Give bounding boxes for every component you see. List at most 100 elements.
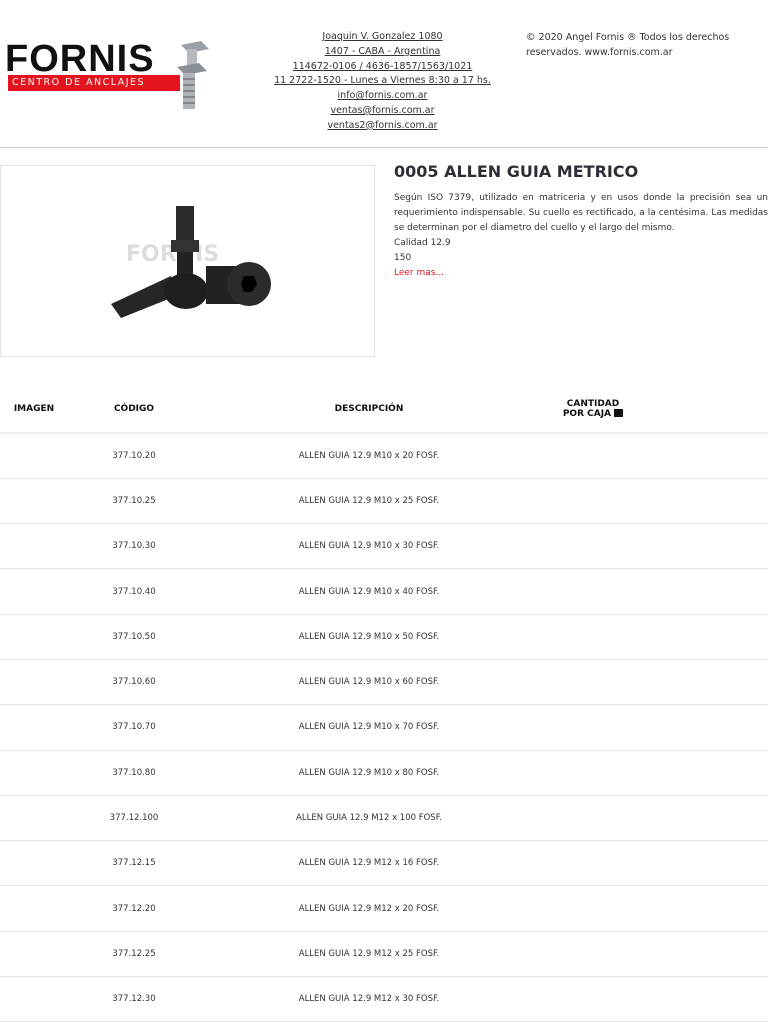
table-row: 377.10.40 ALLEN GUIA 12.9 M10 x 40 FOSF. [0,568,768,615]
row-extra [648,976,768,1023]
row-extra [648,478,768,525]
product-description: Según ISO 7379, utilizado en matriceria … [394,193,768,233]
row-image [0,478,68,525]
product-image: FORNIS [0,165,375,357]
table-row: 377.10.60 ALLEN GUIA 12.9 M10 x 60 FOSF. [0,659,768,706]
box-icon [614,408,624,417]
row-description: ALLEN GUIA 12.9 M10 x 20 FOSF. [200,433,538,479]
fornis-logo[interactable]: FORNIS CENTRO DE ANCLAJES [5,38,215,113]
row-image [0,931,68,978]
row-description: ALLEN GUIA 12.9 M10 x 80 FOSF. [200,750,538,796]
row-image [0,614,68,660]
table-row: 377.10.80 ALLEN GUIA 12.9 M10 x 80 FOSF. [0,750,768,796]
row-description: ALLEN GUIA 12.9 M10 x 70 FOSF. [200,704,538,751]
email-info-link[interactable]: info@fornis.com.ar [270,89,495,104]
row-description: ALLEN GUIA 12.9 M10 x 50 FOSF. [200,614,538,660]
row-image [0,976,68,1023]
row-extra [648,704,768,751]
row-quantity [538,433,648,479]
row-extra [648,750,768,796]
row-extra [648,931,768,978]
row-quantity [538,840,648,887]
row-extra [648,614,768,660]
header-imagen: IMAGEN [0,385,68,434]
row-description: ALLEN GUIA 12.9 M10 x 60 FOSF. [200,659,538,706]
row-image [0,568,68,615]
row-quantity [538,976,648,1023]
row-code: 377.10.30 [68,523,200,570]
product-info: 0005 ALLEN GUIA METRICO Según ISO 7379, … [394,162,768,280]
row-description: ALLEN GUIA 12.9 M12 x 25 FOSF. [200,931,538,978]
row-image [0,523,68,570]
row-quantity [538,931,648,978]
header-empty [648,385,768,434]
product-title: 0005 ALLEN GUIA METRICO [394,162,639,181]
table-row: 377.10.30 ALLEN GUIA 12.9 M10 x 30 FOSF. [0,523,768,570]
header-cantidad: CANTIDAD POR CAJA [538,385,648,434]
contact-info: Joaquin V. Gonzalez 1080 1407 - CABA - A… [270,30,495,134]
row-image [0,795,68,842]
table-row: 377.12.20 ALLEN GUIA 12.9 M12 x 20 FOSF. [0,885,768,932]
row-code: 377.10.25 [68,478,200,525]
table-row: 377.12.25 ALLEN GUIA 12.9 M12 x 25 FOSF. [0,931,768,978]
bolt-icon [177,41,209,109]
phone-link[interactable]: 114672-0106 / 4636-1857/1563/1021 [270,60,495,75]
table-row: 377.10.50 ALLEN GUIA 12.9 M10 x 50 FOSF. [0,614,768,660]
row-image [0,885,68,932]
header-codigo: CÓDIGO [68,385,200,434]
row-description: ALLEN GUIA 12.9 M12 x 100 FOSF. [200,795,538,842]
email-ventas2-link[interactable]: ventas2@fornis.com.ar [270,119,495,134]
row-code: 377.12.15 [68,840,200,887]
product-quality: Calidad 12.9 [394,238,451,248]
row-code: 377.12.25 [68,931,200,978]
row-code: 377.10.70 [68,704,200,751]
read-more-link[interactable]: Leer mas... [394,266,768,280]
table-row: 377.10.70 ALLEN GUIA 12.9 M10 x 70 FOSF. [0,704,768,751]
row-description: ALLEN GUIA 12.9 M12 x 20 FOSF. [200,885,538,932]
row-quantity [538,704,648,751]
row-extra [648,795,768,842]
row-quantity [538,659,648,706]
hours-link[interactable]: 11 2722-1520 - Lunes a Viernes 8:30 a 17… [270,74,495,89]
row-quantity [538,885,648,932]
row-extra [648,659,768,706]
header-cantidad-line1: CANTIDAD [566,398,620,409]
row-quantity [538,478,648,525]
table-header: IMAGEN CÓDIGO DESCRIPCIÓN CANTIDAD POR CA… [0,385,768,434]
row-code: 377.10.80 [68,750,200,796]
row-code: 377.12.20 [68,885,200,932]
row-image [0,840,68,887]
row-extra [648,885,768,932]
city-link[interactable]: 1407 - CABA - Argentina [270,45,495,60]
row-code: 377.12.100 [68,795,200,842]
row-description: ALLEN GUIA 12.9 M12 x 16 FOSF. [200,840,538,887]
address-link[interactable]: Joaquin V. Gonzalez 1080 [270,30,495,45]
row-code: 377.10.60 [68,659,200,706]
table-row: 377.12.100 ALLEN GUIA 12.9 M12 x 100 FOSF… [0,795,768,842]
row-image [0,659,68,706]
row-description: ALLEN GUIA 12.9 M10 x 40 FOSF. [200,568,538,615]
product-number: 150 [394,253,412,263]
row-description: ALLEN GUIA 12.9 M10 x 30 FOSF. [200,523,538,570]
row-image [0,433,68,479]
email-ventas-link[interactable]: ventas@fornis.com.ar [270,104,495,119]
row-extra [648,840,768,887]
table-row: 377.10.25 ALLEN GUIA 12.9 M10 x 25 FOSF. [0,478,768,525]
row-code: 377.10.20 [68,433,200,479]
row-description: ALLEN GUIA 12.9 M10 x 25 FOSF. [200,478,538,525]
row-quantity [538,568,648,615]
table-row: 377.10.20 ALLEN GUIA 12.9 M10 x 20 FOSF. [0,433,768,479]
table-row: 377.12.15 ALLEN GUIA 12.9 M12 x 16 FOSF. [0,840,768,887]
row-extra [648,523,768,570]
row-code: 377.10.50 [68,614,200,660]
row-quantity [538,523,648,570]
row-quantity [538,614,648,660]
site-header: FORNIS CENTRO DE ANCLAJES Joaquin V. Gon… [0,0,768,148]
row-image [0,704,68,751]
table-row: 377.12.30 ALLEN GUIA 12.9 M12 x 30 FOSF. [0,976,768,1023]
row-extra [648,433,768,479]
row-code: 377.10.40 [68,568,200,615]
header-descripcion: DESCRIPCIÓN [200,385,538,434]
copyright: © 2020 Angel Fornis ® Todos los derechos… [526,32,730,58]
row-quantity [538,750,648,796]
